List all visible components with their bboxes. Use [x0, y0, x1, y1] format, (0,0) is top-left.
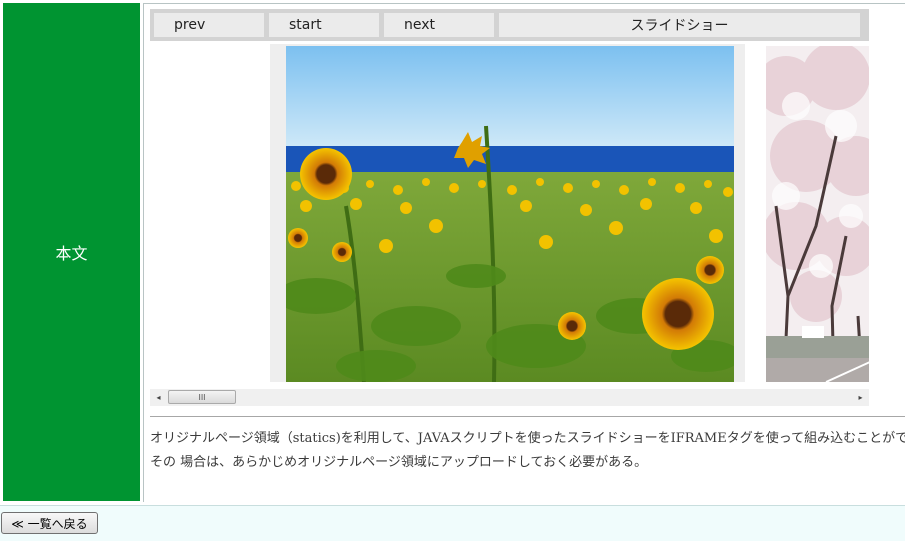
divider — [150, 416, 905, 417]
back-to-list-button[interactable]: ≪ 一覧へ戻る — [1, 512, 98, 534]
cherry-blossom-photo — [766, 46, 869, 382]
slideshow-iframe[interactable] — [150, 44, 869, 382]
description-text: オリジナルページ領域（statics)を利用して、JAVAスクリプトを使ったスラ… — [150, 427, 905, 475]
start-button[interactable]: start — [269, 13, 379, 37]
description-line-1: オリジナルページ領域（statics)を利用して、JAVAスクリプトを使ったスラ… — [150, 431, 905, 446]
slideshow-toolbar: prev start next スライドショー — [150, 9, 869, 41]
prev-button[interactable]: prev — [154, 13, 264, 37]
horizontal-scrollbar[interactable]: ◂ III ▸ — [150, 389, 869, 406]
description-line-2: その 場合は、あらかじめオリジナルページ領域にアップロードしておく必要がある。 — [150, 455, 648, 470]
sidebar-label: 本文 — [55, 244, 88, 263]
footer-bar: ≪ 一覧へ戻る — [0, 505, 905, 541]
scroll-right-arrow-icon[interactable]: ▸ — [852, 389, 869, 406]
scroll-left-arrow-icon[interactable]: ◂ — [150, 389, 167, 406]
scrollbar-thumb[interactable]: III — [168, 390, 236, 404]
next-button[interactable]: next — [384, 13, 494, 37]
slideshow-title: スライドショー — [499, 13, 860, 37]
sidebar-panel: 本文 — [3, 3, 140, 501]
sunflower-field-photo — [286, 46, 734, 382]
